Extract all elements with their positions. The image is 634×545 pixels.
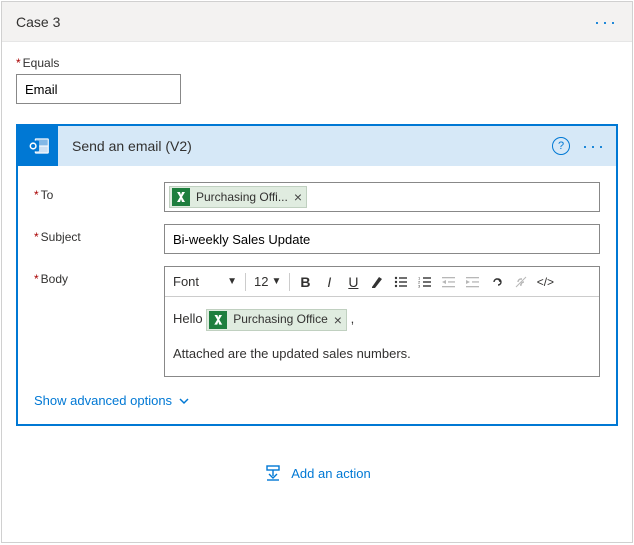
body-content[interactable]: Hello Purchasing Office × , Attached are… xyxy=(165,297,599,376)
to-label: To xyxy=(34,182,164,202)
link-button[interactable] xyxy=(486,271,508,293)
excel-icon xyxy=(209,311,227,329)
case-menu[interactable]: ··· xyxy=(594,13,618,31)
unlink-button[interactable] xyxy=(510,271,532,293)
action-header: Send an email (V2) ? ··· xyxy=(18,126,616,166)
send-email-card: Send an email (V2) ? ··· To Purchasing O… xyxy=(16,124,618,426)
action-menu[interactable]: ··· xyxy=(582,137,606,155)
body-label: Body xyxy=(34,266,164,286)
case-header: Case 3 ··· xyxy=(2,2,632,42)
font-size-select[interactable]: 12▼ xyxy=(250,274,285,289)
body-comma: , xyxy=(351,311,355,326)
body-token: Purchasing Office × xyxy=(206,309,347,331)
to-field[interactable]: Purchasing Offi... × xyxy=(164,182,600,212)
body-token-text: Purchasing Office xyxy=(233,308,328,331)
font-select[interactable]: Font▼ xyxy=(169,274,241,289)
body-line2: Attached are the updated sales numbers. xyxy=(173,342,591,367)
bold-button[interactable]: B xyxy=(294,271,316,293)
indent-button[interactable] xyxy=(462,271,484,293)
code-view-button[interactable]: </> xyxy=(534,271,556,293)
rich-text-toolbar: Font▼ 12▼ B I U 123 xyxy=(165,267,599,297)
add-action-icon xyxy=(263,464,283,482)
action-title: Send an email (V2) xyxy=(72,138,552,154)
to-token: Purchasing Offi... × xyxy=(169,186,307,208)
help-icon[interactable]: ? xyxy=(552,137,570,155)
remove-to-token[interactable]: × xyxy=(294,190,302,204)
highlight-button[interactable] xyxy=(366,271,388,293)
add-action-button[interactable]: Add an action xyxy=(2,464,632,482)
equals-label: Equals xyxy=(16,56,618,70)
subject-label: Subject xyxy=(34,224,164,244)
underline-button[interactable]: U xyxy=(342,271,364,293)
excel-icon xyxy=(172,188,190,206)
outdent-button[interactable] xyxy=(438,271,460,293)
show-advanced-options[interactable]: Show advanced options xyxy=(34,393,190,408)
body-field: Font▼ 12▼ B I U 123 xyxy=(164,266,600,377)
equals-input[interactable] xyxy=(16,74,181,104)
chevron-down-icon xyxy=(178,395,190,407)
subject-field[interactable] xyxy=(164,224,600,254)
number-list-button[interactable]: 123 xyxy=(414,271,436,293)
body-hello: Hello xyxy=(173,311,203,326)
italic-button[interactable]: I xyxy=(318,271,340,293)
to-token-text: Purchasing Offi... xyxy=(196,190,288,204)
svg-text:3: 3 xyxy=(418,283,421,288)
case-title: Case 3 xyxy=(16,14,594,30)
bullet-list-button[interactable] xyxy=(390,271,412,293)
remove-body-token[interactable]: × xyxy=(334,313,342,327)
subject-input[interactable] xyxy=(169,228,595,251)
outlook-icon xyxy=(18,126,58,166)
